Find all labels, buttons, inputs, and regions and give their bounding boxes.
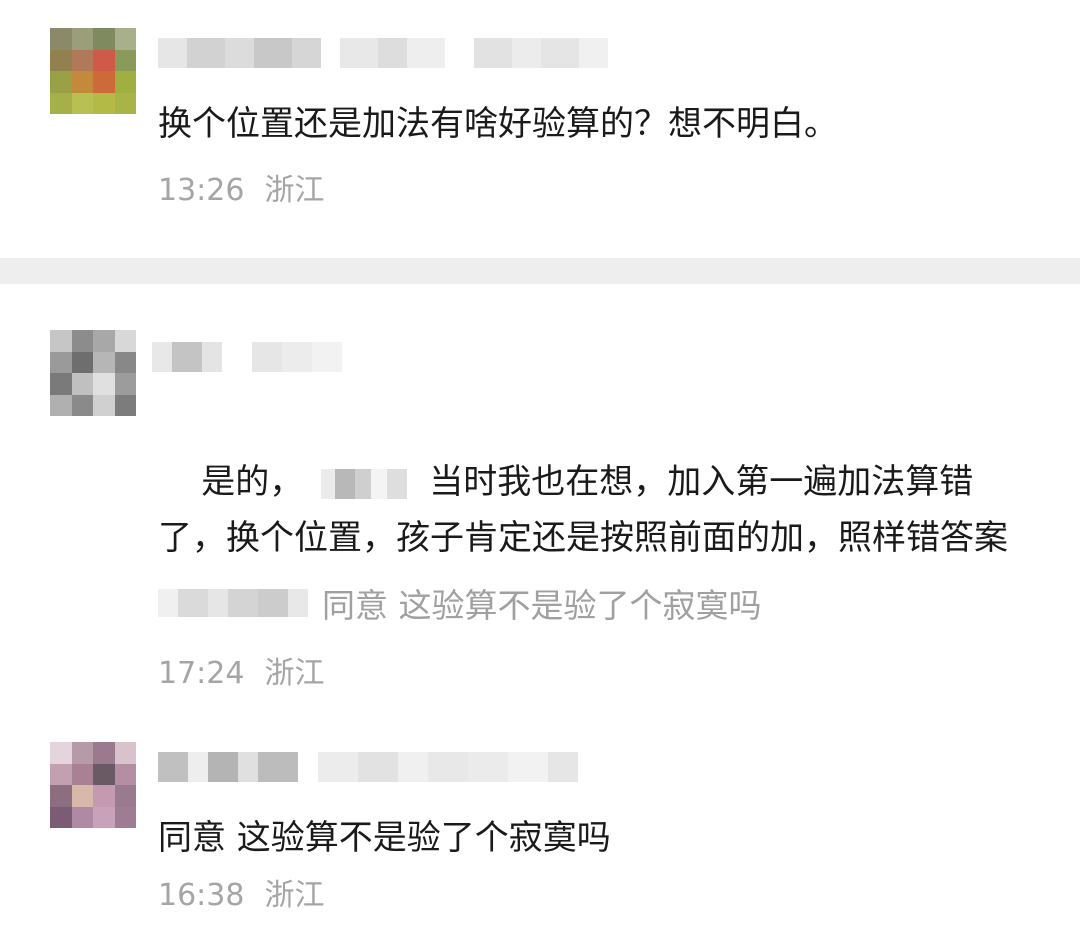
- comment-time: 16:38: [158, 878, 245, 913]
- comment-meta: 16:38 浙江: [158, 870, 324, 914]
- username-blurred[interactable]: [158, 752, 578, 782]
- avatar[interactable]: [50, 742, 136, 828]
- avatar[interactable]: [50, 330, 136, 416]
- comment-region: 浙江: [264, 656, 325, 691]
- comment-meta: 13:26 浙江: [158, 165, 324, 209]
- comment-text-prefix: 是的，: [201, 462, 304, 502]
- comment-time: 13:26: [158, 173, 245, 208]
- comment-text: 换个位置还是加法有啥好验算的？想不明白。: [158, 104, 838, 144]
- comment-meta: 17:24 浙江: [158, 648, 324, 692]
- comment-text: 同意 这验算不是验了个寂寞吗: [158, 818, 611, 858]
- comment-region: 浙江: [264, 878, 325, 913]
- username-blurred[interactable]: [158, 38, 608, 68]
- section-divider: [0, 258, 1080, 284]
- comment-time: 17:24: [158, 656, 245, 691]
- avatar[interactable]: [50, 28, 136, 114]
- reply-text: 同意 这验算不是验了个寂寞吗: [322, 586, 762, 625]
- username-blurred[interactable]: [152, 342, 342, 372]
- comment-region: 浙江: [264, 173, 325, 208]
- mention-blurred[interactable]: [321, 468, 408, 499]
- reply-author-blurred: [158, 589, 308, 617]
- reply-preview[interactable]: 同意 这验算不是验了个寂寞吗: [158, 578, 762, 628]
